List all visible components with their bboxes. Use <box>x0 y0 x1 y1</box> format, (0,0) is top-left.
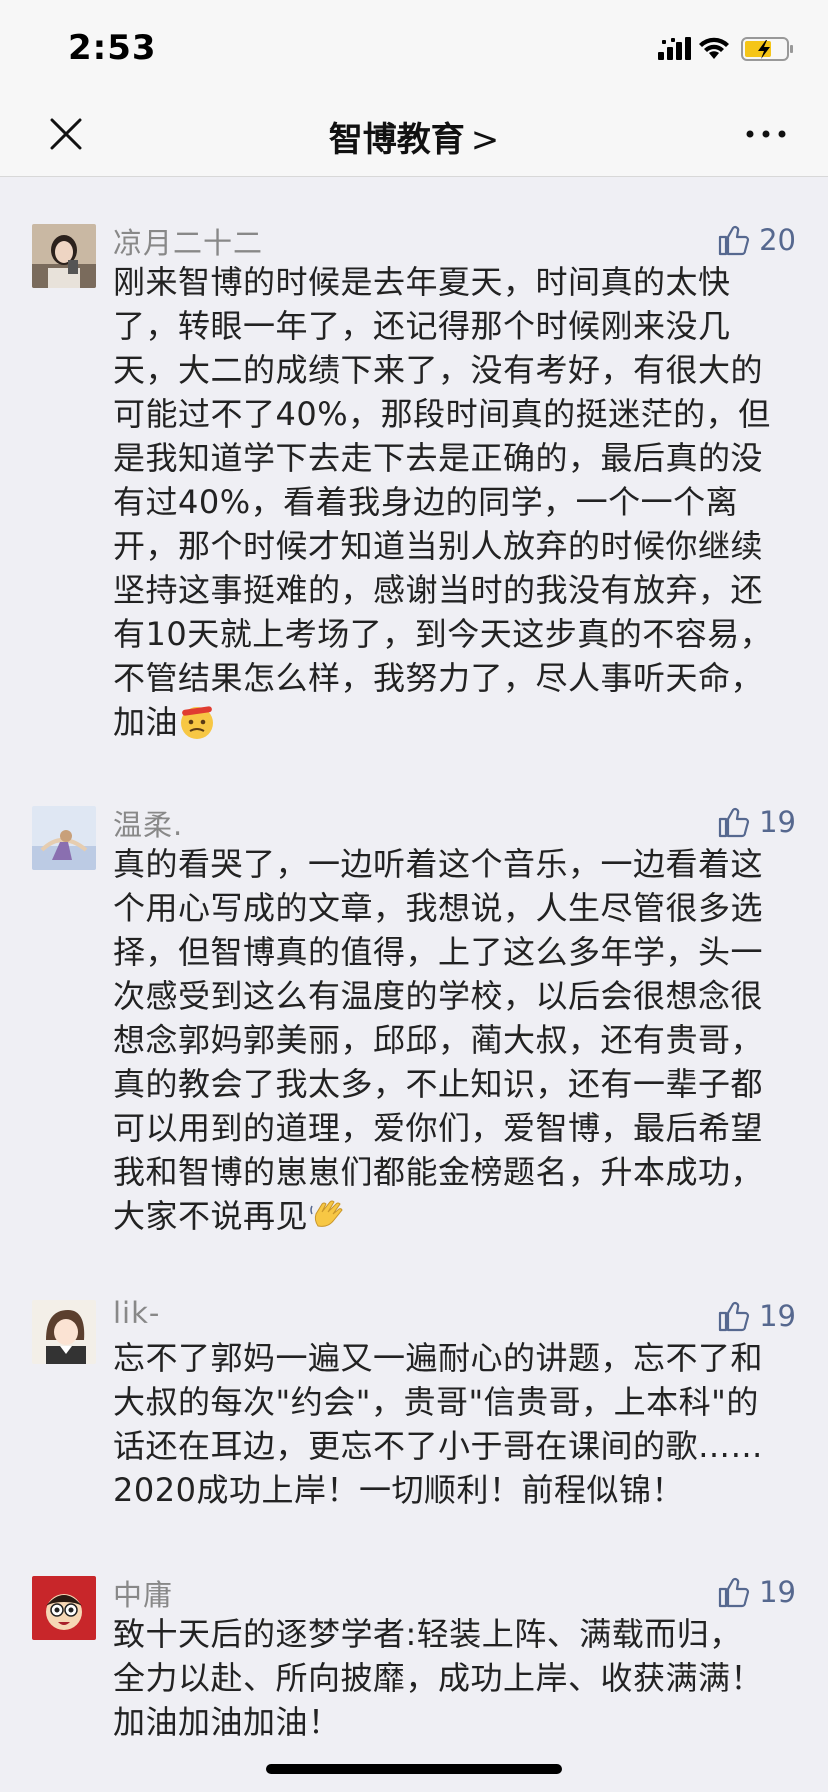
status-icons <box>658 37 793 61</box>
signal-icon <box>658 37 691 60</box>
battery-charging-icon <box>741 37 793 61</box>
comment-text: 刚来智博的时候是去年夏天，时间真的太快 了，转眼一年了，还记得那个时候刚来没几 … <box>113 260 793 744</box>
account-name: 智博教育 <box>328 120 465 160</box>
comment-text: 忘不了郭妈一遍又一遍耐心的讲题，忘不了和 大叔的每次"约会"，贵哥"信贵哥，上本… <box>113 1339 764 1509</box>
like-button[interactable]: 19 <box>717 802 796 842</box>
chevron-right-icon: > <box>470 120 500 160</box>
like-count: 20 <box>759 223 796 257</box>
cartoon-student-avatar[interactable] <box>32 1300 96 1364</box>
comment-text: 致十天后的逐梦学者:轻装上阵、满载而归， 全力以赴、所向披靡，成功上岸、收获满满… <box>113 1615 764 1741</box>
more-icon[interactable] <box>744 124 788 144</box>
thumbs-up-icon <box>718 1578 750 1608</box>
comment-nickname[interactable]: 温柔. <box>113 802 183 844</box>
cartoon-face-avatar[interactable] <box>32 1576 96 1640</box>
determined-face-emoji <box>181 706 214 739</box>
comment-text: 真的看哭了，一边听着这个音乐，一边看着这 个用心写成的文章，我想说，人生尽管很多… <box>113 842 793 1238</box>
comment-nickname[interactable]: lik- <box>113 1296 160 1330</box>
home-indicator[interactable] <box>266 1764 562 1774</box>
like-count: 19 <box>759 805 796 839</box>
like-button[interactable]: 19 <box>717 1296 796 1336</box>
comment-nickname[interactable]: 凉月二十二 <box>113 220 263 262</box>
girl-photo-avatar[interactable] <box>32 224 96 288</box>
status-time: 2:53 <box>68 28 157 68</box>
waving-hand-emoji <box>310 1200 343 1227</box>
comment-text-content: 真的看哭了，一边听着这个音乐，一边看着这 个用心写成的文章，我想说，人生尽管很多… <box>113 845 764 1235</box>
nav-bar: 智博教育 > <box>0 96 828 177</box>
status-bar: 2:53 <box>0 0 828 96</box>
comment-nickname[interactable]: 中庸 <box>113 1572 173 1614</box>
like-count: 19 <box>759 1299 796 1333</box>
like-count: 19 <box>759 1575 796 1609</box>
thumbs-up-icon <box>718 808 750 838</box>
illustrated-girl-avatar[interactable] <box>32 806 96 870</box>
comment-text-content: 刚来智博的时候是去年夏天，时间真的太快 了，转眼一年了，还记得那个时候刚来没几 … <box>113 263 773 741</box>
like-button[interactable]: 20 <box>717 220 796 260</box>
like-button[interactable]: 19 <box>717 1572 796 1612</box>
thumbs-up-icon <box>718 1302 750 1332</box>
wifi-icon <box>699 37 729 59</box>
nav-title[interactable]: 智博教育 > <box>0 112 828 161</box>
thumbs-up-icon <box>718 226 750 256</box>
